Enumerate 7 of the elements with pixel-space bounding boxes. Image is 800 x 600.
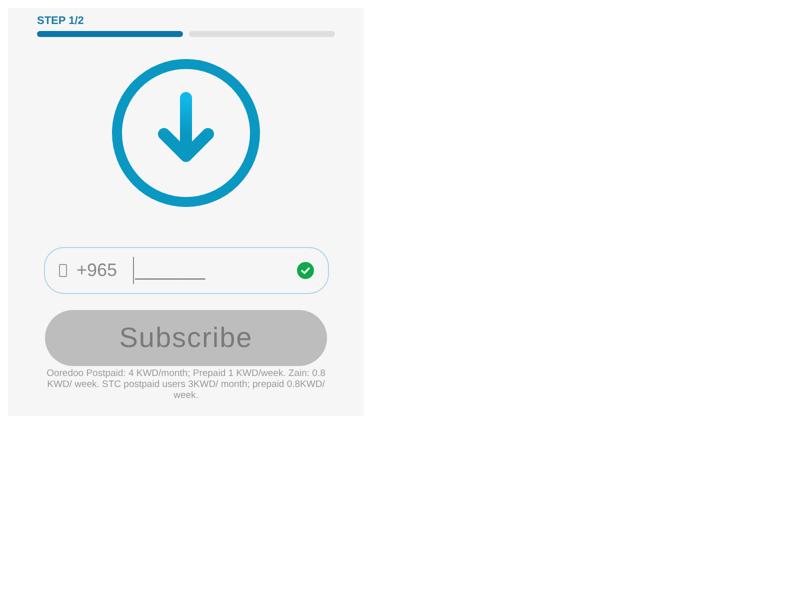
country-code: +965 [76, 259, 118, 282]
download-icon [111, 58, 261, 208]
phone-icon [58, 264, 66, 277]
step-label: STEP 1/2 [37, 14, 84, 28]
phone-input[interactable]: _______ [133, 257, 254, 284]
pricing-terms: Ooredoo Postpaid: 4 KWD/month; Prepaid 1 KWD/week. Zain: 0.8 KWD/ week. STC postpaid users 3KWD/ month; prepaid 0.8KWD/ week. [46, 368, 326, 401]
phone-field[interactable]: +965 _______ [44, 247, 328, 294]
